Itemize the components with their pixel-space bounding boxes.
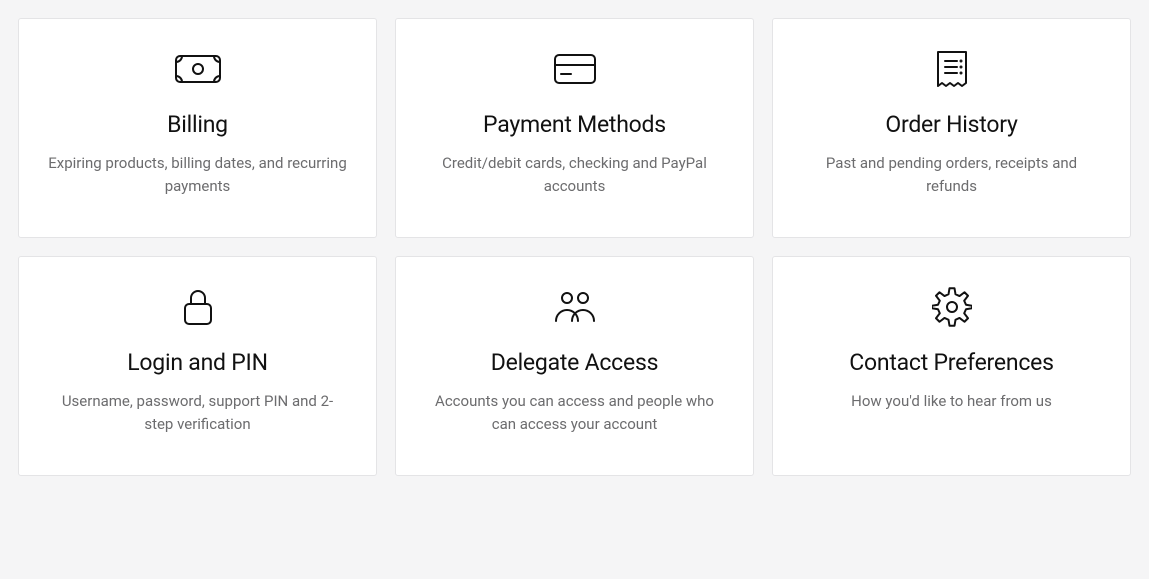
card-desc: Accounts you can access and people who c… — [425, 390, 725, 435]
card-desc: Past and pending orders, receipts and re… — [802, 152, 1102, 197]
card-desc: Credit/debit cards, checking and PayPal … — [425, 152, 725, 197]
card-payment-methods[interactable]: Payment Methods Credit/debit cards, chec… — [395, 18, 754, 238]
card-title: Payment Methods — [483, 111, 666, 138]
card-delegate-access[interactable]: Delegate Access Accounts you can access … — [395, 256, 754, 476]
settings-grid: Billing Expiring products, billing dates… — [18, 18, 1131, 476]
card-title: Delegate Access — [491, 349, 659, 376]
receipt-icon — [935, 47, 969, 91]
card-desc: How you'd like to hear from us — [851, 390, 1052, 413]
money-icon — [174, 47, 222, 91]
lock-icon — [182, 285, 214, 329]
card-contact-preferences[interactable]: Contact Preferences How you'd like to he… — [772, 256, 1131, 476]
credit-card-icon — [553, 47, 597, 91]
people-icon — [551, 285, 599, 329]
card-title: Order History — [885, 111, 1017, 138]
card-desc: Username, password, support PIN and 2-st… — [48, 390, 348, 435]
card-billing[interactable]: Billing Expiring products, billing dates… — [18, 18, 377, 238]
card-login-pin[interactable]: Login and PIN Username, password, suppor… — [18, 256, 377, 476]
card-title: Login and PIN — [127, 349, 268, 376]
card-order-history[interactable]: Order History Past and pending orders, r… — [772, 18, 1131, 238]
card-title: Contact Preferences — [849, 349, 1054, 376]
card-title: Billing — [167, 111, 228, 138]
card-desc: Expiring products, billing dates, and re… — [48, 152, 348, 197]
gear-icon — [932, 285, 972, 329]
